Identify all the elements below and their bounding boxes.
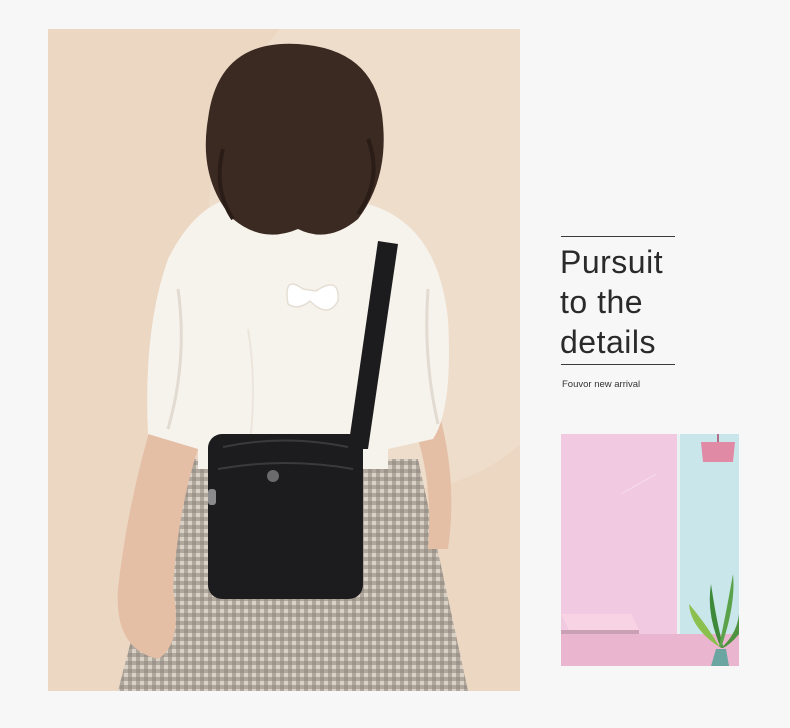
bag-logo-icon [267, 470, 279, 482]
shelf [561, 614, 639, 630]
blouse [147, 199, 449, 469]
interior-illustration [561, 434, 739, 666]
interior-photo [561, 434, 739, 666]
product-photo-model [48, 29, 520, 691]
hair [205, 43, 384, 235]
headline-top-rule [561, 236, 675, 237]
headline: Pursuit to the details [560, 242, 760, 362]
headline-line-1: Pursuit [560, 244, 664, 280]
headline-line-3: details [560, 324, 656, 360]
pendant-lamp-icon [701, 442, 735, 462]
crossbody-bag [208, 434, 363, 599]
model-illustration [48, 29, 520, 691]
headline-line-2: to the [560, 284, 644, 320]
headline-bottom-rule [561, 364, 675, 365]
brand-caption: Fouvor new arrival [562, 379, 641, 390]
